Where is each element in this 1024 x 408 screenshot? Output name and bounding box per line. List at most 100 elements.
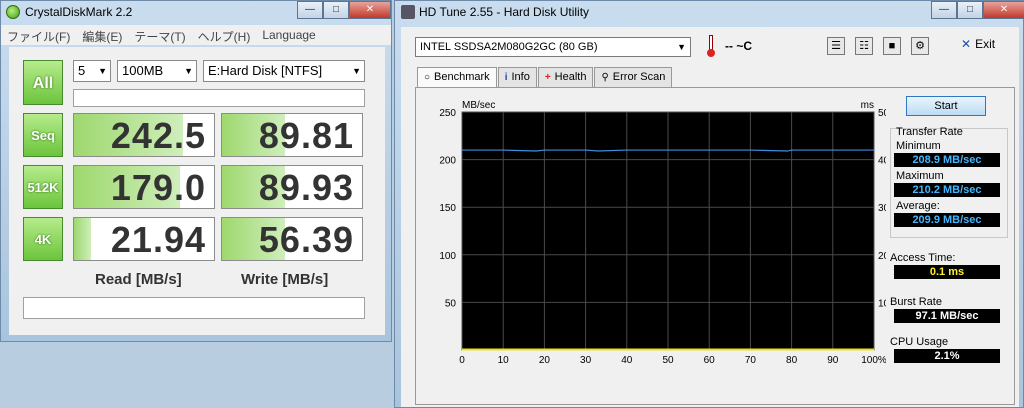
thermometer-icon xyxy=(707,35,715,57)
minimize-icon[interactable]: — xyxy=(297,1,323,19)
minimize-icon[interactable]: — xyxy=(931,1,957,19)
x-tick-label: 80 xyxy=(786,355,798,366)
read-value: 179.0 xyxy=(110,167,206,208)
y-left-tick-label: 200 xyxy=(439,156,456,167)
save-icon[interactable]: ■ xyxy=(883,37,901,55)
tab-health-label: Health xyxy=(554,71,587,83)
x-tick-label: 40 xyxy=(621,355,633,366)
access-time-label: Access Time: xyxy=(890,252,956,264)
access-time-section: Access Time: 0.1 ms xyxy=(890,252,1008,282)
y-right-tick-label: 50 xyxy=(878,108,886,119)
hdtune-window: HD Tune 2.55 - Hard Disk Utility — □ ✕ I… xyxy=(394,0,1024,408)
hdtune-logo-icon xyxy=(401,5,415,19)
row-seq-button[interactable]: Seq xyxy=(23,113,63,157)
write-result-512k: 89.93 xyxy=(221,165,363,209)
read-value: 21.94 xyxy=(110,219,206,260)
transfer-rate-label: Transfer Rate xyxy=(896,126,963,138)
menu-edit[interactable]: 編集(E) xyxy=(76,25,128,45)
cdm-menubar: ファイル(F) 編集(E) テーマ(T) ヘルプ(H) Language xyxy=(1,25,391,45)
y-right-tick-label: 20 xyxy=(878,251,886,262)
average-value: 209.9 MB/sec xyxy=(894,213,1000,227)
lightbulb-icon: ○ xyxy=(424,72,431,83)
cdm-comment-box[interactable] xyxy=(23,297,365,319)
y-right-tick-label: 10 xyxy=(878,298,886,309)
size-select[interactable]: 100MB ▼ xyxy=(117,60,197,82)
size-value: 100MB xyxy=(122,63,164,78)
y-right-tick-label: 30 xyxy=(878,203,886,214)
menu-theme[interactable]: テーマ(T) xyxy=(128,25,191,45)
x-tick-label: 10 xyxy=(498,355,510,366)
x-tick-label: 70 xyxy=(745,355,757,366)
drive-select[interactable]: E:Hard Disk [NTFS] ▼ xyxy=(203,60,365,82)
benchmark-chart: 0 10 20 30 40 50 60 70 80 90 100% 250 200 150 100 50 50 4… xyxy=(439,100,886,366)
row-4k-button[interactable]: 4K xyxy=(23,217,63,261)
read-bar-fill xyxy=(74,218,91,260)
maximize-icon[interactable]: □ xyxy=(323,1,349,19)
tab-info[interactable]: i Info xyxy=(497,67,537,87)
health-cross-icon: + xyxy=(544,72,551,83)
copy-text-icon[interactable]: ☰ xyxy=(827,37,845,55)
burst-rate-section: Burst Rate 97.1 MB/sec xyxy=(890,296,1008,326)
drive-name: INTEL SSDSA2M080G2GC (80 GB) xyxy=(420,41,598,53)
hdt-window-controls: — □ ✕ xyxy=(931,1,1024,19)
drive-value: E:Hard Disk [NTFS] xyxy=(208,63,323,78)
tab-health[interactable]: + Health xyxy=(537,67,594,87)
close-icon[interactable]: ✕ xyxy=(983,1,1024,19)
chevron-down-icon: ▼ xyxy=(98,66,107,76)
cdm-window-title: CrystalDiskMark 2.2 xyxy=(25,5,133,19)
minimum-label: Minimum xyxy=(896,140,941,152)
menu-file[interactable]: ファイル(F) xyxy=(1,25,76,45)
x-tick-label: 90 xyxy=(827,355,839,366)
cdm-window-controls: — □ ✕ xyxy=(297,1,391,19)
read-result-seq: 242.5 xyxy=(73,113,215,157)
tab-info-label: Info xyxy=(511,71,530,83)
temperature-readout: -- ~C xyxy=(725,39,752,53)
tab-error-scan-label: Error Scan xyxy=(612,71,666,83)
start-button[interactable]: Start xyxy=(906,96,986,116)
y-left-tick-label: 50 xyxy=(445,298,457,309)
benchmark-panel: 0 10 20 30 40 50 60 70 80 90 100% 250 200 150 100 50 50 4… xyxy=(415,87,1015,405)
y-right-tick-label: 40 xyxy=(878,156,886,167)
exit-button[interactable]: ✕ Exit xyxy=(961,37,995,51)
burst-rate-value: 97.1 MB/sec xyxy=(894,309,1000,323)
tab-benchmark[interactable]: ○ Benchmark xyxy=(417,67,497,88)
x-tick-label: 30 xyxy=(580,355,592,366)
y-left-tick-label: 150 xyxy=(439,203,456,214)
average-label: Average: xyxy=(896,200,940,212)
crystaldiskmark-logo-icon xyxy=(6,5,20,19)
options-icon[interactable]: ⚙ xyxy=(911,37,929,55)
write-header: Write [MB/s] xyxy=(241,271,329,288)
cpu-usage-label: CPU Usage xyxy=(890,336,949,348)
minimum-value: 208.9 MB/sec xyxy=(894,153,1000,167)
read-result-512k: 179.0 xyxy=(73,165,215,209)
runs-select[interactable]: 5 ▼ xyxy=(73,60,111,82)
cdm-titlebar[interactable]: CrystalDiskMark 2.2 — □ ✕ xyxy=(1,1,391,23)
x-tick-label: 60 xyxy=(704,355,716,366)
chevron-down-icon: ▼ xyxy=(677,42,686,52)
write-value: 56.39 xyxy=(258,219,354,260)
cdm-message-box xyxy=(73,89,365,107)
menu-help[interactable]: ヘルプ(H) xyxy=(192,25,257,45)
row-512k-button[interactable]: 512K xyxy=(23,165,63,209)
maximize-icon[interactable]: □ xyxy=(957,1,983,19)
y-left-tick-label: 250 xyxy=(439,108,456,119)
all-button[interactable]: All xyxy=(23,60,63,105)
exit-label: Exit xyxy=(975,37,996,51)
transfer-rate-section: Transfer Rate Minimum 208.9 MB/sec Maxim… xyxy=(890,126,1008,230)
maximum-value: 210.2 MB/sec xyxy=(894,183,1000,197)
read-value: 242.5 xyxy=(110,115,206,156)
tab-error-scan[interactable]: ⚲ Error Scan xyxy=(594,67,673,87)
info-icon: i xyxy=(504,72,508,83)
chevron-down-icon: ▼ xyxy=(184,66,193,76)
read-header: Read [MB/s] xyxy=(95,271,182,288)
copy-info-icon[interactable]: ☷ xyxy=(855,37,873,55)
cdm-client-area: All 5 ▼ 100MB ▼ E:Hard Disk [NTFS] ▼ Seq… xyxy=(9,47,385,335)
access-time-value: 0.1 ms xyxy=(894,265,1000,279)
drive-select[interactable]: INTEL SSDSA2M080G2GC (80 GB) ▼ xyxy=(415,37,691,57)
close-x-icon: ✕ xyxy=(961,37,972,51)
chevron-down-icon: ▼ xyxy=(352,66,361,76)
menu-language[interactable]: Language xyxy=(256,25,321,45)
x-tick-label: 100% xyxy=(861,355,886,366)
magnifier-icon: ⚲ xyxy=(601,72,609,83)
close-icon[interactable]: ✕ xyxy=(349,1,391,19)
